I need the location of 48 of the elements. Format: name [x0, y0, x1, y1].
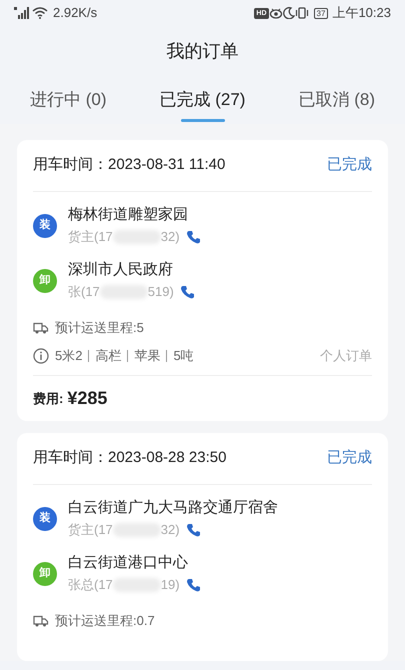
contact-phone-end: 519) — [148, 283, 174, 301]
pickup-time: 用车时间：2023-08-28 23:50 — [33, 448, 226, 468]
truck-icon — [33, 615, 49, 627]
order-type: 个人订单 — [320, 347, 372, 366]
vehicle-spec: 高栏 — [95, 347, 122, 366]
phone-icon[interactable] — [186, 230, 201, 244]
clock: 上午10:23 — [332, 4, 391, 22]
tab[interactable]: 已完成 (27) — [160, 76, 246, 124]
distance-estimate: 预计运送里程:5 — [55, 319, 144, 338]
moon-icon — [282, 7, 295, 19]
status-label: 已完成 — [327, 155, 372, 176]
stop-badge: 卸 — [33, 562, 57, 586]
address: 白云街道港口中心 — [68, 553, 189, 573]
stop-badge: 装 — [33, 214, 57, 238]
status-label: 已完成 — [327, 448, 372, 468]
stop-badge: 卸 — [33, 268, 57, 292]
vehicle-spec: 5米2 — [55, 347, 82, 366]
contact-name: 张(17 — [68, 283, 100, 301]
stop-badge: 装 — [33, 506, 57, 530]
eye-icon — [268, 7, 283, 19]
signal-icon — [14, 7, 32, 19]
wifi-icon — [32, 7, 48, 19]
page-title: 我的订单 — [166, 40, 238, 62]
battery-icon: 37 — [314, 8, 328, 18]
phone-icon[interactable] — [180, 284, 195, 300]
address: 梅林街道雕塑家园 — [68, 205, 189, 225]
contact-phone-end: 32) — [160, 521, 180, 539]
contact-name: 货主(17 — [68, 228, 113, 246]
truck-icon — [33, 322, 49, 334]
contact-name: 张总(17 — [68, 576, 113, 594]
contact-name: 货主(17 — [68, 521, 113, 539]
phone-icon[interactable] — [186, 522, 201, 538]
vehicle-spec: 苹果 — [134, 347, 160, 366]
contact-phone-end: 32) — [160, 228, 180, 246]
address: 深圳市人民政府 — [68, 260, 174, 280]
fee-label: 费用: — [33, 390, 64, 408]
vehicle-spec: 5吨 — [173, 347, 194, 366]
tab[interactable]: 已取消 (8) — [298, 76, 375, 124]
phone-icon[interactable] — [186, 578, 201, 592]
network-speed: 2.92K/s — [53, 4, 98, 22]
distance-estimate: 预计运送里程:0.7 — [55, 612, 155, 630]
pickup-time: 用车时间：2023-08-31 11:40 — [33, 155, 226, 176]
fee-amount: ¥285 — [67, 387, 108, 410]
info-icon — [33, 348, 49, 364]
tab[interactable]: 进行中 (0) — [30, 76, 106, 124]
vibrate-icon — [294, 7, 309, 19]
contact-phone-end: 19) — [160, 576, 180, 594]
address: 白云街道广九大马路交通厅宿舍 — [68, 498, 278, 518]
